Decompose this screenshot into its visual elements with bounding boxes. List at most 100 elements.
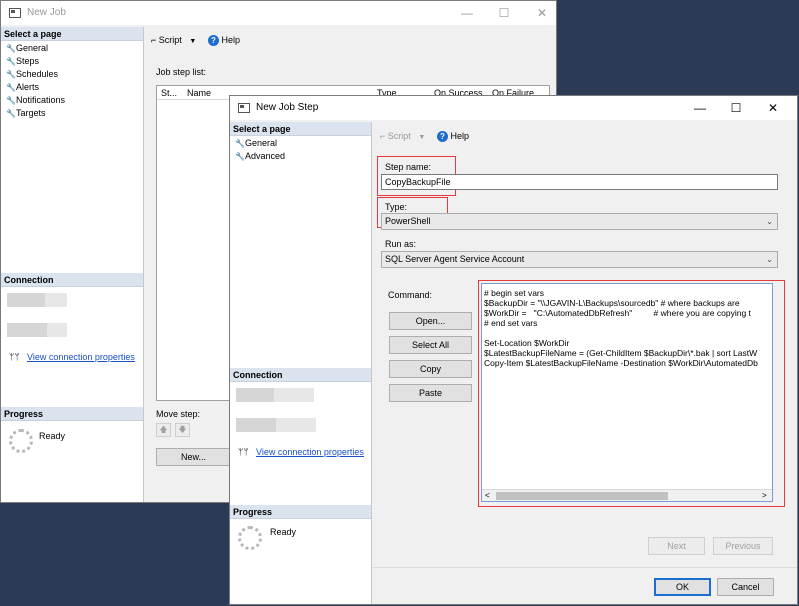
minimize-icon[interactable]: —	[459, 6, 475, 20]
command-editor[interactable]: # begin set vars $BackupDir = "\\JGAVIN-…	[481, 283, 773, 502]
page-item-general[interactable]: 🔧General	[230, 137, 371, 150]
connection-header: Connection	[1, 273, 143, 287]
column-header-name[interactable]: Name	[187, 86, 211, 100]
select-page-header: Select a page	[230, 122, 371, 136]
new-job-titlebar[interactable]: New Job — ☐ ✕	[1, 1, 556, 25]
window-title: New Job	[27, 7, 66, 18]
chevron-down-icon: ⌄	[766, 255, 773, 264]
progress-status: Ready	[270, 527, 297, 537]
help-icon: ?	[437, 131, 448, 142]
command-line: $BackupDir = "\\JGAVIN-L\Backups\sourced…	[484, 298, 740, 308]
script-button[interactable]: ⌐ Script ▼	[151, 34, 196, 48]
arrow-down-icon: 🡇	[178, 425, 187, 434]
previous-button[interactable]: Previous	[713, 537, 773, 555]
next-button[interactable]: Next	[648, 537, 705, 555]
move-step-up-button[interactable]: 🡅	[156, 423, 171, 437]
wrench-icon: 🔧	[6, 57, 16, 66]
page-item-targets[interactable]: 🔧Targets	[1, 107, 143, 120]
paste-button[interactable]: Paste	[389, 384, 472, 402]
script-icon: ⌐	[380, 131, 386, 141]
command-line: # end set vars	[484, 318, 538, 328]
redacted-server	[236, 388, 274, 402]
scrollbar-thumb[interactable]	[496, 492, 668, 500]
step-name-label: Step name:	[385, 162, 432, 172]
wrench-icon: 🔧	[235, 139, 245, 148]
page-item-notifications[interactable]: 🔧Notifications	[1, 94, 143, 107]
command-line: Set-Location $WorkDir	[484, 338, 570, 348]
page-item-steps[interactable]: 🔧Steps	[1, 55, 143, 68]
new-job-step-window: New Job Step — ☐ ✕ Select a page 🔧Genera…	[229, 95, 798, 605]
page-item-schedules[interactable]: 🔧Schedules	[1, 68, 143, 81]
window-app-icon	[9, 8, 21, 18]
command-line: $LatestBackupFileName = (Get-ChildItem $…	[484, 348, 758, 358]
chevron-down-icon[interactable]: ▼	[189, 38, 196, 45]
type-dropdown[interactable]: PowerShell ⌄	[381, 213, 778, 230]
page-item-alerts[interactable]: 🔧Alerts	[1, 81, 143, 94]
script-icon: ⌐	[151, 35, 157, 45]
redacted-server	[45, 293, 67, 307]
redacted-server	[7, 293, 45, 307]
type-label: Type:	[385, 202, 408, 212]
redacted-user	[276, 418, 316, 432]
progress-header: Progress	[230, 505, 371, 519]
new-step-button[interactable]: New...	[156, 448, 231, 466]
window-title: New Job Step	[256, 102, 319, 113]
wrench-icon: 🔧	[6, 83, 16, 92]
connection-plug-icon: ᛘᛘ	[9, 352, 20, 362]
close-icon[interactable]: ✕	[765, 101, 781, 115]
help-button[interactable]: ? Help	[208, 34, 240, 46]
progress-header: Progress	[1, 407, 143, 421]
maximize-icon[interactable]: ☐	[496, 6, 512, 20]
front-left-pane: Select a page 🔧General 🔧Advanced Connect…	[230, 122, 372, 604]
back-left-pane: Select a page 🔧General 🔧Steps 🔧Schedules…	[1, 27, 144, 502]
script-button[interactable]: ⌐ Script ▼	[380, 130, 425, 144]
command-horizontal-scrollbar[interactable]: < >	[482, 489, 772, 501]
ok-button[interactable]: OK	[654, 578, 711, 596]
step-name-input[interactable]: CopyBackupFile	[381, 174, 778, 190]
copy-button[interactable]: Copy	[389, 360, 472, 378]
command-line	[484, 328, 758, 338]
help-button[interactable]: ? Help	[437, 130, 469, 142]
window-app-icon	[238, 103, 250, 113]
new-job-step-titlebar[interactable]: New Job Step — ☐ ✕	[230, 96, 797, 120]
type-dropdown-value: PowerShell	[385, 216, 431, 226]
connection-header: Connection	[230, 368, 371, 382]
run-as-dropdown[interactable]: SQL Server Agent Service Account ⌄	[381, 251, 778, 268]
close-icon[interactable]: ✕	[534, 6, 550, 20]
footer-divider	[372, 567, 797, 568]
run-as-dropdown-value: SQL Server Agent Service Account	[385, 254, 525, 264]
wrench-icon: 🔧	[6, 70, 16, 79]
cancel-button[interactable]: Cancel	[717, 578, 774, 596]
scroll-right-icon[interactable]: >	[762, 490, 767, 501]
redacted-user	[236, 418, 276, 432]
select-page-header: Select a page	[1, 27, 143, 41]
redacted-server	[274, 388, 314, 402]
redacted-user	[47, 323, 67, 337]
select-all-button[interactable]: Select All	[389, 336, 472, 354]
maximize-icon[interactable]: ☐	[728, 101, 744, 115]
view-connection-properties-link[interactable]: View connection properties	[256, 447, 364, 457]
page-item-advanced[interactable]: 🔧Advanced	[230, 150, 371, 163]
job-step-list-label: Job step list:	[156, 67, 207, 77]
wrench-icon: 🔧	[6, 96, 16, 105]
progress-status: Ready	[39, 431, 66, 441]
chevron-down-icon: ⌄	[766, 217, 773, 226]
command-line: Copy-Item $LatestBackupFileName -Destina…	[484, 358, 758, 368]
column-header-status[interactable]: St...	[161, 86, 177, 100]
scroll-left-icon[interactable]: <	[485, 490, 490, 501]
minimize-icon[interactable]: —	[692, 101, 708, 115]
help-icon: ?	[208, 35, 219, 46]
move-step-label: Move step:	[156, 409, 201, 419]
run-as-label: Run as:	[385, 239, 417, 249]
redacted-user	[7, 323, 47, 337]
arrow-up-icon: 🡅	[159, 425, 168, 434]
chevron-down-icon[interactable]: ▼	[418, 134, 425, 141]
command-line: $WorkDir = "C:\AutomatedDbRefresh" # whe…	[484, 308, 751, 318]
page-item-general[interactable]: 🔧General	[1, 42, 143, 55]
wrench-icon: 🔧	[6, 109, 16, 118]
move-step-down-button[interactable]: 🡇	[175, 423, 190, 437]
view-connection-properties-link[interactable]: View connection properties	[27, 352, 135, 362]
connection-plug-icon: ᛘᛘ	[238, 447, 249, 457]
wrench-icon: 🔧	[6, 44, 16, 53]
open-button[interactable]: Open...	[389, 312, 472, 330]
